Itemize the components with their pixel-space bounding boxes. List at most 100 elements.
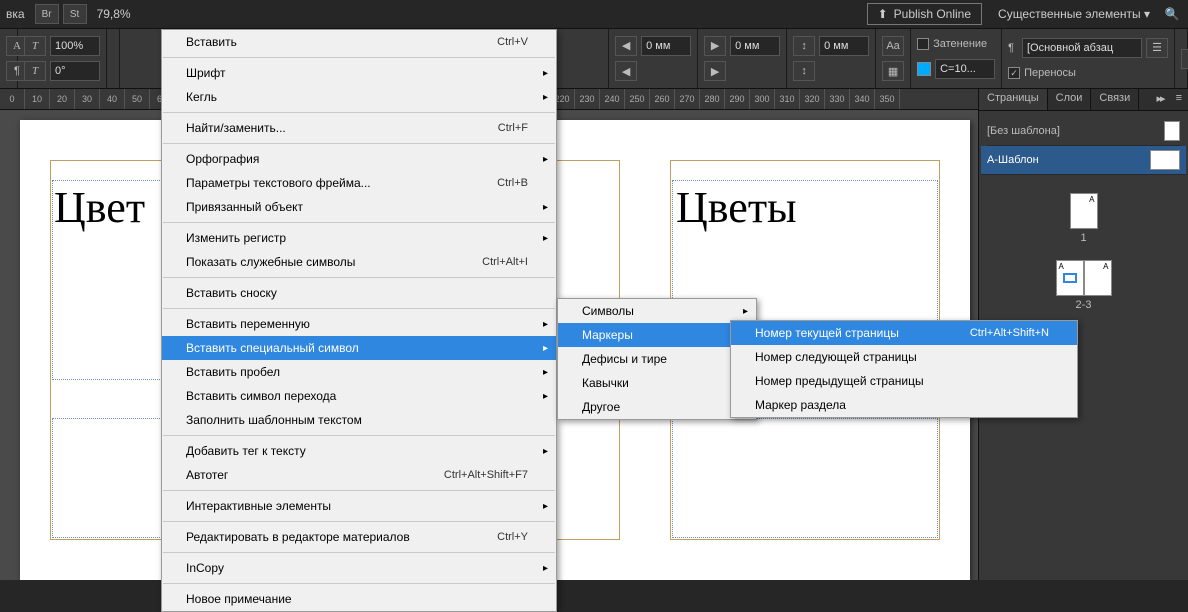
menu-interactive[interactable]: Интерактивные элементы [162, 494, 556, 518]
menu-insert-variable[interactable]: Вставить переменную [162, 312, 556, 336]
menu-font[interactable]: Шрифт [162, 61, 556, 85]
ruler-tick: 310 [775, 89, 800, 109]
ruler-tick: 340 [850, 89, 875, 109]
menu-edit-story[interactable]: Редактировать в редакторе материаловCtrl… [162, 525, 556, 549]
menu-anchored-object[interactable]: Привязанный объект [162, 195, 556, 219]
menu-incopy[interactable]: InCopy [162, 556, 556, 580]
menu-spellcheck[interactable]: Орфография [162, 147, 556, 171]
search-icon[interactable]: 🔍 [1162, 7, 1182, 21]
text-scale-icon: T [24, 36, 46, 56]
zoom-level[interactable]: 79,8% [97, 7, 131, 21]
master-a-row[interactable]: А-Шаблон [981, 146, 1186, 175]
panel-menu-icon[interactable]: ≡ [1170, 89, 1188, 110]
ruler-tick: 240 [600, 89, 625, 109]
hyphenation-checkbox[interactable]: ✓Переносы [1008, 67, 1168, 79]
indent-left-icon[interactable]: ◀ [615, 36, 637, 56]
menu-fill-placeholder[interactable]: Заполнить шаблонным текстом [162, 408, 556, 432]
tab-links[interactable]: Связи [1091, 89, 1139, 110]
menu-insert-whitespace[interactable]: Вставить пробел [162, 360, 556, 384]
menu-change-case[interactable]: Изменить регистр [162, 226, 556, 250]
page-thumb-1[interactable]: А 1 [1070, 193, 1098, 244]
context-menu-text: ВставитьCtrl+V Шрифт Кегль Найти/заменит… [161, 29, 557, 612]
page-title-left: Цвет [54, 182, 145, 233]
menu-insert-break[interactable]: Вставить символ перехода [162, 384, 556, 408]
ruler-tick: 320 [800, 89, 825, 109]
menu-quotation-marks[interactable]: Кавычки [558, 371, 756, 395]
menu-other[interactable]: Другое [558, 395, 756, 419]
ruler-tick: 0 [0, 89, 25, 109]
ruler-tick: 20 [50, 89, 75, 109]
publish-online-button[interactable]: ⬆ Publish Online [867, 3, 982, 25]
page-thumb-2-3[interactable]: А А 2-3 [1056, 260, 1112, 311]
submenu-special-char: Символы Маркеры Дефисы и тире Кавычки Др… [557, 298, 757, 420]
workspace-switcher[interactable]: Существенные элементы ▾ [990, 4, 1158, 24]
master-none-thumb [1164, 121, 1180, 141]
menu-next-page-number[interactable]: Номер следующей страницы [731, 345, 1077, 369]
workspace-label: Существенные элементы [998, 7, 1141, 21]
menu-size[interactable]: Кегль [162, 85, 556, 109]
ruler-tick: 270 [675, 89, 700, 109]
menu-previous-page-number[interactable]: Номер предыдущей страницы [731, 369, 1077, 393]
para-style-field[interactable]: [Основной абзац [1022, 38, 1142, 58]
dropcap-icon[interactable]: Aa [882, 36, 904, 56]
publish-label: Publish Online [894, 7, 971, 21]
indent-last-icon[interactable]: ▶ [704, 61, 726, 81]
menu-tag-text[interactable]: Добавить тег к тексту [162, 439, 556, 463]
text-rotate-icon: T [24, 61, 46, 81]
bridge-button[interactable]: Br [35, 4, 59, 24]
offset-field-3[interactable]: 0 мм [819, 36, 869, 56]
menu-new-note[interactable]: Новое примечание [162, 587, 556, 611]
grid-icon[interactable]: ▦ [882, 61, 904, 81]
menu-markers[interactable]: Маркеры [558, 323, 756, 347]
shading-color[interactable]: C=10... [917, 59, 995, 79]
para-style-menu-icon[interactable]: ☰ [1146, 38, 1168, 58]
hyphenation-label: Переносы [1024, 67, 1076, 79]
menu-section-marker[interactable]: Маркер раздела [731, 393, 1077, 417]
shading-checkbox[interactable]: Затенение [917, 38, 995, 50]
page-corner: А [1059, 262, 1064, 271]
menu-text-frame-options[interactable]: Параметры текстового фрейма...Ctrl+B [162, 171, 556, 195]
menu-find-replace[interactable]: Найти/заменить...Ctrl+F [162, 116, 556, 140]
offset-field-1[interactable]: 0 мм [641, 36, 691, 56]
space-before-icon[interactable]: ↕ [793, 36, 815, 56]
page-corner: А [1103, 262, 1108, 271]
menu-paste[interactable]: ВставитьCtrl+V [162, 30, 556, 54]
text-scale-field[interactable]: 100% [50, 36, 100, 56]
menu-insert-footnote[interactable]: Вставить сноску [162, 281, 556, 305]
space-after-icon[interactable]: ↕ [793, 61, 815, 81]
menu-insert-special-char[interactable]: Вставить специальный символ [162, 336, 556, 360]
ruler-tick: 280 [700, 89, 725, 109]
menu-current-page-number[interactable]: Номер текущей страницыCtrl+Alt+Shift+N [731, 321, 1077, 345]
ruler-tick: 50 [125, 89, 150, 109]
para-style-icon: ¶ [1008, 42, 1014, 54]
page-title-right: Цветы [676, 182, 797, 233]
master-a-thumb [1150, 150, 1180, 170]
control-menu-icon[interactable]: ≡ [1181, 49, 1188, 69]
menu-symbols[interactable]: Символы [558, 299, 756, 323]
stock-button[interactable]: St [63, 4, 87, 24]
ruler-tick: 300 [750, 89, 775, 109]
ruler-tick: 230 [575, 89, 600, 109]
indent-first-icon[interactable]: ◀ [615, 61, 637, 81]
ruler-tick: 260 [650, 89, 675, 109]
ruler-tick: 40 [100, 89, 125, 109]
ruler-tick: 10 [25, 89, 50, 109]
upload-icon: ⬆ [878, 7, 888, 21]
app-topbar: вка Br St 79,8% ⬆ Publish Online Существ… [0, 0, 1188, 29]
indent-right-icon[interactable]: ▶ [704, 36, 726, 56]
submenu-markers: Номер текущей страницыCtrl+Alt+Shift+N Н… [730, 320, 1078, 418]
menu-hyphens-dashes[interactable]: Дефисы и тире [558, 347, 756, 371]
text-angle-field[interactable]: 0° [50, 61, 100, 81]
tab-pages[interactable]: Страницы [979, 89, 1048, 110]
chevron-down-icon: ▾ [1144, 7, 1150, 21]
ruler-tick: 350 [875, 89, 900, 109]
shading-color-field: C=10... [935, 59, 995, 79]
page-number-1: 1 [1080, 232, 1086, 244]
offset-field-2[interactable]: 0 мм [730, 36, 780, 56]
tab-layers[interactable]: Слои [1048, 89, 1092, 110]
panel-collapse-icon[interactable]: ▸▸ [1151, 89, 1170, 110]
menu-show-hidden[interactable]: Показать служебные символыCtrl+Alt+I [162, 250, 556, 274]
ruler-tick: 30 [75, 89, 100, 109]
master-none-row[interactable]: [Без шаблона] [987, 117, 1180, 146]
menu-autotag[interactable]: АвтотегCtrl+Alt+Shift+F7 [162, 463, 556, 487]
